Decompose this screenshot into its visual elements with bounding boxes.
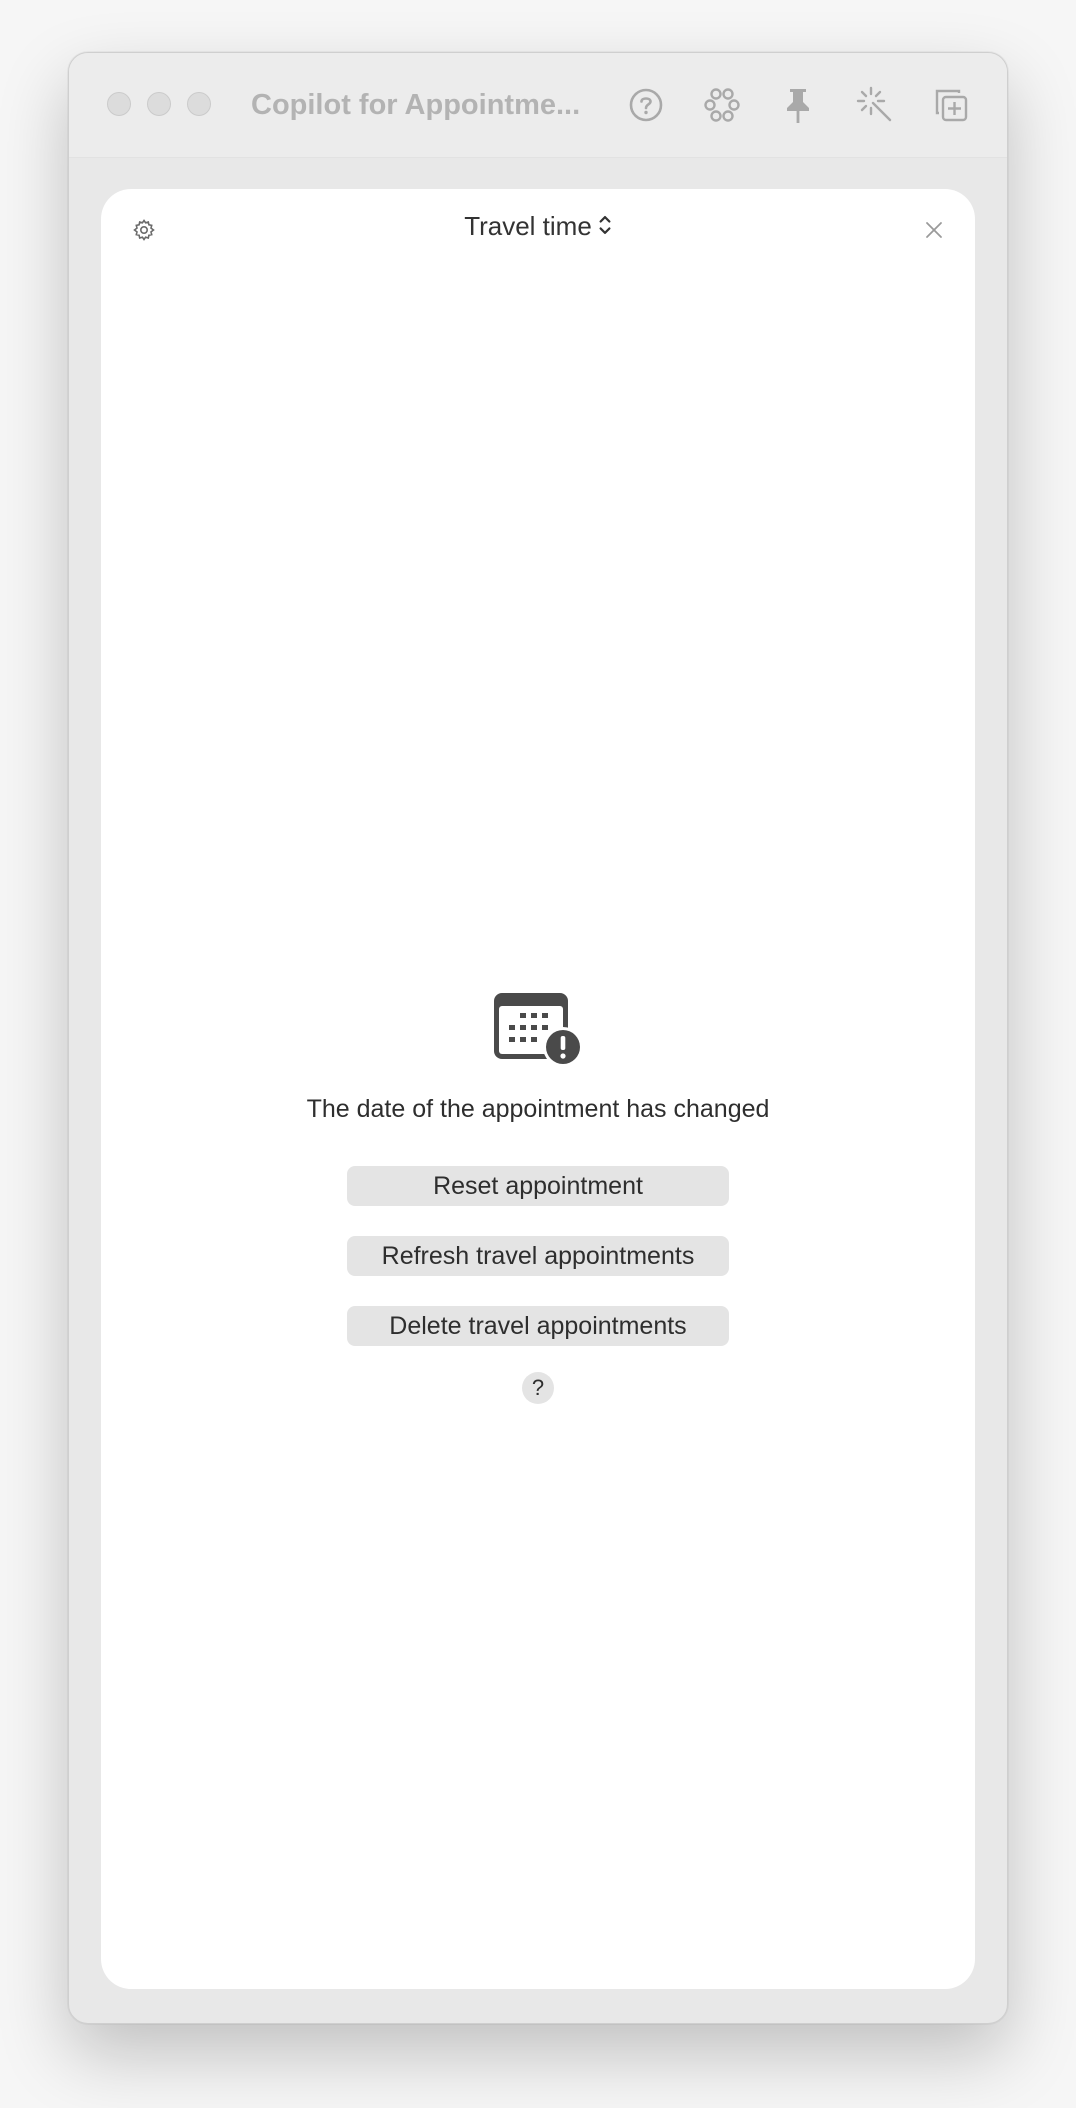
status-area: The date of the appointment has changed … [101,991,975,1404]
travel-time-panel: Travel time The date of the appointment … [101,189,975,1989]
close-icon[interactable] [919,215,949,245]
calendar-warning-icon [494,993,583,1067]
magic-wand-icon[interactable] [853,83,897,127]
delete-travel-appointments-button[interactable]: Delete travel appointments [347,1306,729,1346]
plugins-icon[interactable] [700,83,744,127]
reset-appointment-button[interactable]: Reset appointment [347,1166,729,1206]
mode-selector[interactable]: Travel time [101,211,975,245]
chevron-up-down-icon [598,212,612,245]
status-message: The date of the appointment has changed [306,1095,770,1123]
window-close-button[interactable] [107,92,131,116]
app-window: Copilot for Appointme... Travel time The… [68,52,1008,2024]
refresh-travel-appointments-button[interactable]: Refresh travel appointments [347,1236,729,1276]
pin-icon[interactable] [776,83,820,127]
title-bar: Copilot for Appointme... [69,53,1007,158]
mode-label: Travel time [464,211,592,241]
new-window-icon[interactable] [929,83,973,127]
window-minimize-button[interactable] [147,92,171,116]
help-circle-icon[interactable] [624,83,668,127]
window-title: Copilot for Appointme... [251,89,581,121]
help-button[interactable]: ? [522,1372,554,1404]
window-zoom-button[interactable] [187,92,211,116]
